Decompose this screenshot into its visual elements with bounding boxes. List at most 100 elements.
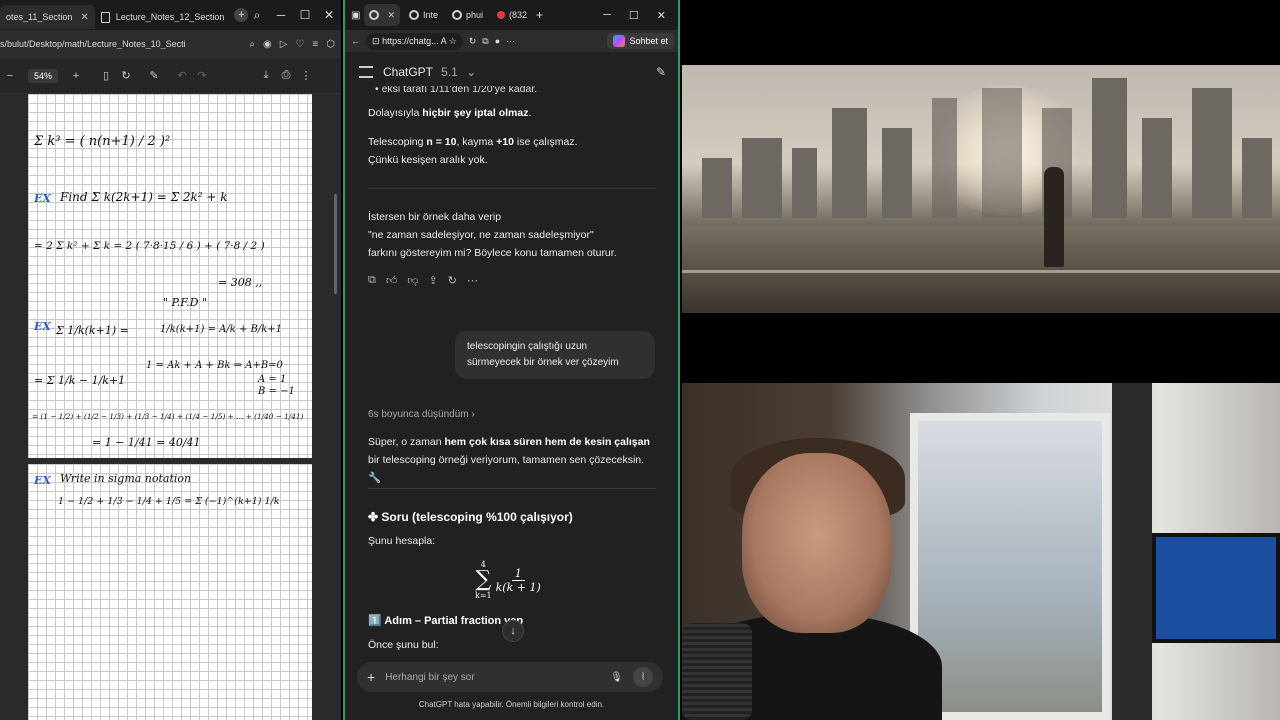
maximize-button[interactable]: ☐ bbox=[293, 8, 317, 22]
camera-icon[interactable]: ◉ bbox=[263, 39, 272, 50]
pdf-scrollbar[interactable] bbox=[334, 194, 337, 294]
tab-actions-icon[interactable]: ▣ bbox=[351, 10, 360, 21]
tab-phui[interactable]: phui bbox=[447, 4, 488, 26]
video-player[interactable] bbox=[682, 65, 1280, 313]
tab-recording[interactable]: (832 bbox=[492, 4, 532, 26]
microphone bbox=[682, 623, 752, 720]
minimize-button[interactable]: ─ bbox=[603, 9, 611, 22]
url-field[interactable]: ⊡ https://chatg... A ☆ bbox=[366, 32, 463, 50]
zoom-level[interactable]: 54% bbox=[28, 68, 59, 83]
text: ise çalışmaz. bbox=[513, 136, 578, 148]
numerator: 1 bbox=[511, 567, 525, 581]
fit-page-icon[interactable]: ▯ bbox=[96, 69, 116, 82]
extensions-icon[interactable]: ⧉ bbox=[482, 36, 488, 47]
undo-icon[interactable]: ↶ bbox=[172, 69, 192, 82]
tab-label: Lecture_Notes_12_Section bbox=[115, 12, 225, 22]
gpt-address-bar: ← ⊡ https://chatg... A ☆ ↻ ⧉ ● ⋯ Sohbet … bbox=[345, 30, 678, 52]
address-url[interactable]: s/bulut/Desktop/math/Lecture_Notes_10_Se… bbox=[0, 39, 249, 49]
pdf-viewport[interactable]: Σ k³ = ( n(n+1) / 2 )² EX Find Σ k(2k+1)… bbox=[0, 94, 341, 720]
pdf-tab-section-11[interactable]: otes_11_Section ✕ bbox=[0, 5, 95, 29]
copy-icon[interactable]: ⧉ bbox=[368, 274, 376, 287]
ex2-a: A = 1 bbox=[258, 374, 287, 385]
pdf-tab-section-12[interactable]: Lecture_Notes_12_Section bbox=[95, 5, 231, 29]
zoom-in-button[interactable]: + bbox=[66, 70, 86, 82]
more-icon[interactable]: ⋯ bbox=[506, 36, 515, 47]
back-icon[interactable]: ← bbox=[351, 36, 360, 46]
rotate-icon[interactable]: ↻ bbox=[116, 69, 136, 82]
thumbs-down-icon[interactable]: 👎︎ bbox=[407, 274, 418, 287]
ex2-line1: Σ 1/k(k+1) = bbox=[56, 324, 129, 337]
sigma-symbol: ∑ bbox=[475, 567, 492, 592]
mic-icon[interactable]: 🎙︎ bbox=[610, 672, 623, 683]
building bbox=[832, 108, 867, 218]
new-chat-icon[interactable]: ✎ bbox=[656, 65, 666, 79]
maximize-button[interactable]: ☐ bbox=[629, 9, 639, 22]
curtain bbox=[1112, 383, 1152, 720]
assistant-line: Telescoping n = 10, kayma +10 ise çalışm… bbox=[368, 133, 660, 151]
draw-icon[interactable]: ✎ bbox=[144, 69, 164, 82]
reading-list-icon[interactable]: ≡ bbox=[312, 39, 318, 50]
thought-toggle[interactable]: 6s boyunca düşündüm › bbox=[368, 409, 475, 420]
text: Süper, o zaman bbox=[368, 436, 445, 448]
close-icon[interactable]: ✕ bbox=[80, 12, 88, 23]
download-icon[interactable]: ⤓ bbox=[256, 69, 276, 82]
voice-mode-button[interactable]: ⦚ bbox=[633, 667, 653, 687]
tab-label: Inte bbox=[423, 10, 439, 20]
copilot-button[interactable]: Sohbet et bbox=[607, 33, 674, 49]
site-info-icon[interactable]: ⊡ bbox=[372, 36, 380, 46]
play-icon[interactable]: ▷ bbox=[280, 39, 288, 50]
zoom-icon[interactable]: ⌕ bbox=[249, 39, 255, 50]
more-icon[interactable]: ⋯ bbox=[467, 274, 478, 287]
minimize-button[interactable]: ─ bbox=[269, 8, 293, 22]
app-title: ChatGPT bbox=[383, 65, 433, 79]
close-icon[interactable]: ✕ bbox=[387, 10, 395, 21]
step-heading: 1️⃣ Adım – Partial fraction yap bbox=[368, 615, 524, 627]
building bbox=[1192, 88, 1232, 218]
print-icon[interactable]: ⎙ bbox=[276, 69, 296, 82]
building bbox=[1142, 118, 1172, 218]
favorite-icon[interactable]: ☆ bbox=[449, 36, 457, 46]
heart-icon[interactable]: ♡ bbox=[295, 39, 304, 50]
close-window-button[interactable]: ✕ bbox=[317, 8, 341, 22]
background-monitor bbox=[1152, 533, 1280, 643]
model-version: 5.1 bbox=[441, 65, 458, 79]
new-tab-button[interactable]: + bbox=[536, 8, 543, 22]
text: , kayma bbox=[456, 136, 497, 148]
person-face bbox=[742, 453, 892, 633]
pdf-address-bar[interactable]: s/bulut/Desktop/math/Lecture_Notes_10_Se… bbox=[0, 30, 341, 58]
more-icon[interactable]: ⋮ bbox=[296, 69, 316, 82]
chatgpt-logo-icon bbox=[452, 10, 463, 20]
read-aloud-icon[interactable]: A bbox=[441, 36, 447, 46]
chat-thread[interactable]: • eksi tarafı 1/11'den 1/20'ye kadar. Do… bbox=[345, 86, 678, 656]
assistant-line: İstersen bir örnek daha verip bbox=[368, 211, 502, 223]
share-icon[interactable]: ⇪ bbox=[429, 274, 438, 287]
thumbs-up-icon[interactable]: 👍︎ bbox=[386, 274, 398, 287]
text: Telescoping bbox=[368, 136, 427, 148]
disclaimer-text: ChatGPT hata yapabilir. Önemli bilgileri… bbox=[418, 700, 605, 709]
close-window-button[interactable]: ✕ bbox=[657, 9, 666, 22]
profile-icon[interactable]: ● bbox=[495, 36, 500, 46]
copilot-icon bbox=[613, 35, 626, 47]
document-icon bbox=[100, 11, 110, 23]
assistant-line: farkını göstereyim mi? Böylece konu tama… bbox=[368, 247, 617, 259]
composer-placeholder[interactable]: Herhangi bir şey sor bbox=[385, 672, 610, 683]
regenerate-icon[interactable]: ↻ bbox=[448, 274, 457, 287]
message-composer[interactable]: + Herhangi bir şey sor 🎙︎ ⦚ bbox=[357, 662, 663, 692]
chevron-right-icon: › bbox=[471, 409, 475, 420]
search-icon[interactable]: ⌕ bbox=[245, 8, 269, 23]
text: Dolayısıyla bbox=[368, 107, 423, 119]
redo-icon[interactable]: ↷ bbox=[192, 69, 212, 82]
attach-button[interactable]: + bbox=[367, 669, 375, 685]
sidebar-toggle-icon[interactable] bbox=[359, 66, 373, 78]
zoom-out-button[interactable]: − bbox=[0, 70, 20, 82]
denominator: k(k + 1) bbox=[495, 580, 541, 594]
walking-person bbox=[1044, 167, 1064, 267]
pdf-browser-window: otes_11_Section ✕ Lecture_Notes_12_Secti… bbox=[0, 0, 341, 720]
tab-chatgpt[interactable]: ✕ bbox=[364, 4, 400, 26]
tab-inte[interactable]: Inte bbox=[404, 4, 443, 26]
extension-icon[interactable]: ⬡ bbox=[326, 39, 335, 50]
model-selector[interactable]: ChatGPT 5.1 ⌄ bbox=[383, 65, 476, 79]
refresh-icon[interactable]: ↻ bbox=[469, 36, 477, 47]
ex2-pfd: 1/k(k+1) = A/k + B/k+1 bbox=[160, 324, 283, 335]
fraction: 1 k(k + 1) bbox=[496, 567, 541, 594]
